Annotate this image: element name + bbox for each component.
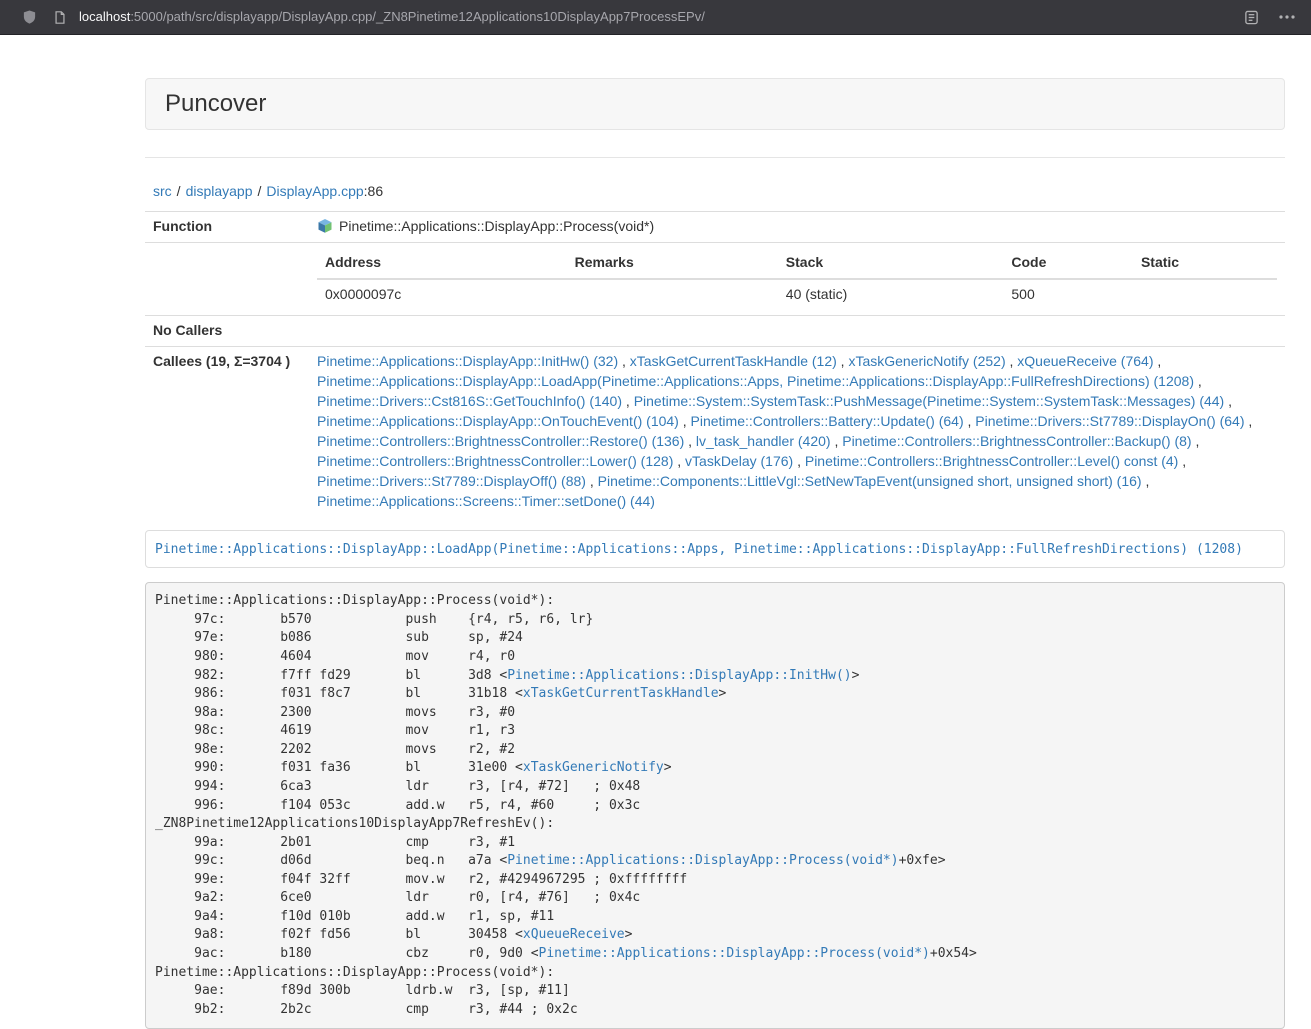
callee-link[interactable]: Pinetime::Drivers::St7789::DisplayOn() (… bbox=[975, 413, 1244, 429]
breadcrumb-line-number: :86 bbox=[364, 183, 383, 199]
callee-link[interactable]: Pinetime::Controllers::BrightnessControl… bbox=[805, 453, 1178, 469]
divider bbox=[145, 157, 1285, 158]
no-callers-row: No Callers bbox=[145, 315, 1285, 346]
stats-header-static: Static bbox=[1133, 248, 1277, 279]
callee-link[interactable]: xQueueReceive (764) bbox=[1017, 353, 1153, 369]
stats-remarks-value bbox=[567, 279, 778, 310]
callee-link[interactable]: Pinetime::Controllers::Battery::Update()… bbox=[691, 413, 964, 429]
function-icon bbox=[317, 218, 333, 234]
app-title: Puncover bbox=[165, 90, 266, 117]
breadcrumb-link-src[interactable]: src bbox=[153, 183, 172, 199]
stats-cell: Address Remarks Stack Code Static 0x0000… bbox=[309, 242, 1285, 315]
no-callers-label: No Callers bbox=[145, 315, 309, 346]
stats-value-row: 0x0000097c 40 (static) 500 bbox=[317, 279, 1277, 310]
stats-header-code: Code bbox=[1003, 248, 1133, 279]
assembly-code: Pinetime::Applications::DisplayApp::Proc… bbox=[145, 582, 1285, 1029]
callee-link[interactable]: Pinetime::System::SystemTask::PushMessag… bbox=[634, 393, 1225, 409]
breadcrumb-link-displayapp[interactable]: displayapp bbox=[186, 183, 253, 199]
page-icon[interactable] bbox=[53, 10, 67, 25]
stats-code-value: 500 bbox=[1003, 279, 1133, 310]
url-path: :5000/path/src/displayapp/DisplayApp.cpp… bbox=[130, 8, 705, 27]
stats-table: Address Remarks Stack Code Static 0x0000… bbox=[317, 248, 1277, 310]
symbol-header-link[interactable]: Pinetime::Applications::DisplayApp::Load… bbox=[155, 542, 1243, 557]
function-name-cell: Pinetime::Applications::DisplayApp::Proc… bbox=[309, 211, 1285, 242]
callee-link[interactable]: Pinetime::Applications::Screens::Timer::… bbox=[317, 493, 655, 509]
callee-link[interactable]: Pinetime::Drivers::St7789::DisplayOff() … bbox=[317, 473, 586, 489]
url-domain: localhost bbox=[79, 8, 130, 27]
breadcrumb-link-file[interactable]: DisplayApp.cpp bbox=[266, 183, 363, 199]
callee-link[interactable]: Pinetime::Applications::DisplayApp::Init… bbox=[317, 353, 618, 369]
breadcrumb-separator: / bbox=[177, 183, 181, 199]
callee-link[interactable]: vTaskDelay (176) bbox=[685, 453, 793, 469]
callee-link[interactable]: xTaskGenericNotify (252) bbox=[848, 353, 1005, 369]
stats-header-row: Address Remarks Stack Code Static bbox=[317, 248, 1277, 279]
app-header-panel: Puncover bbox=[145, 78, 1285, 130]
breadcrumb-separator: / bbox=[258, 183, 262, 199]
browser-chrome: localhost:5000/path/src/displayapp/Displ… bbox=[0, 0, 1311, 35]
assembly-symbol-link[interactable]: Pinetime::Applications::DisplayApp::Proc… bbox=[539, 946, 930, 961]
callee-link[interactable]: Pinetime::Controllers::BrightnessControl… bbox=[842, 433, 1191, 449]
symbol-header: Pinetime::Applications::DisplayApp::Load… bbox=[145, 530, 1285, 569]
stats-header-address: Address bbox=[317, 248, 567, 279]
assembly-symbol-link[interactable]: xTaskGetCurrentTaskHandle bbox=[523, 686, 719, 701]
callee-link[interactable]: Pinetime::Drivers::Cst816S::GetTouchInfo… bbox=[317, 393, 622, 409]
breadcrumb: src/displayapp/DisplayApp.cpp:86 bbox=[145, 182, 1285, 202]
function-row-label: Function bbox=[145, 211, 309, 242]
url-bar[interactable]: localhost:5000/path/src/displayapp/Displ… bbox=[79, 8, 1232, 27]
callee-link[interactable]: Pinetime::Controllers::BrightnessControl… bbox=[317, 433, 684, 449]
stats-address-value: 0x0000097c bbox=[317, 279, 567, 310]
assembly-symbol-link[interactable]: xTaskGenericNotify bbox=[523, 760, 664, 775]
callee-link[interactable]: Pinetime::Components::LittleVgl::SetNewT… bbox=[598, 473, 1142, 489]
callee-link[interactable]: Pinetime::Applications::DisplayApp::Load… bbox=[317, 373, 1194, 389]
stats-header-remarks: Remarks bbox=[567, 248, 778, 279]
function-row: Function Pinetime::Applications::Display… bbox=[145, 211, 1285, 242]
stats-stack-value: 40 (static) bbox=[778, 279, 1004, 310]
function-table: Function Pinetime::Applications::Display… bbox=[145, 211, 1285, 517]
assembly-symbol-link[interactable]: xQueueReceive bbox=[523, 927, 625, 942]
stats-row-container: Address Remarks Stack Code Static 0x0000… bbox=[145, 242, 1285, 315]
callees-label: Callees (19, Σ=3704 ) bbox=[145, 346, 309, 516]
stats-static-value bbox=[1133, 279, 1277, 310]
assembly-symbol-link[interactable]: Pinetime::Applications::DisplayApp::Proc… bbox=[507, 853, 898, 868]
callee-link[interactable]: Pinetime::Controllers::BrightnessControl… bbox=[317, 453, 673, 469]
callee-link[interactable]: lv_task_handler (420) bbox=[696, 433, 831, 449]
stats-header-stack: Stack bbox=[778, 248, 1004, 279]
callee-link[interactable]: Pinetime::Applications::DisplayApp::OnTo… bbox=[317, 413, 679, 429]
callee-link[interactable]: xTaskGetCurrentTaskHandle (12) bbox=[630, 353, 837, 369]
shield-icon[interactable] bbox=[22, 9, 37, 25]
page-container: Puncover src/displayapp/DisplayApp.cpp:8… bbox=[145, 78, 1285, 1029]
callees-row: Callees (19, Σ=3704 ) Pinetime::Applicat… bbox=[145, 346, 1285, 516]
overflow-menu-icon[interactable] bbox=[1279, 15, 1295, 19]
empty-row-label bbox=[145, 242, 309, 315]
no-callers-cell bbox=[309, 315, 1285, 346]
reader-mode-icon[interactable] bbox=[1244, 10, 1259, 25]
function-name: Pinetime::Applications::DisplayApp::Proc… bbox=[339, 218, 654, 234]
assembly-symbol-link[interactable]: Pinetime::Applications::DisplayApp::Init… bbox=[507, 668, 851, 683]
callees-list: Pinetime::Applications::DisplayApp::Init… bbox=[309, 346, 1285, 516]
